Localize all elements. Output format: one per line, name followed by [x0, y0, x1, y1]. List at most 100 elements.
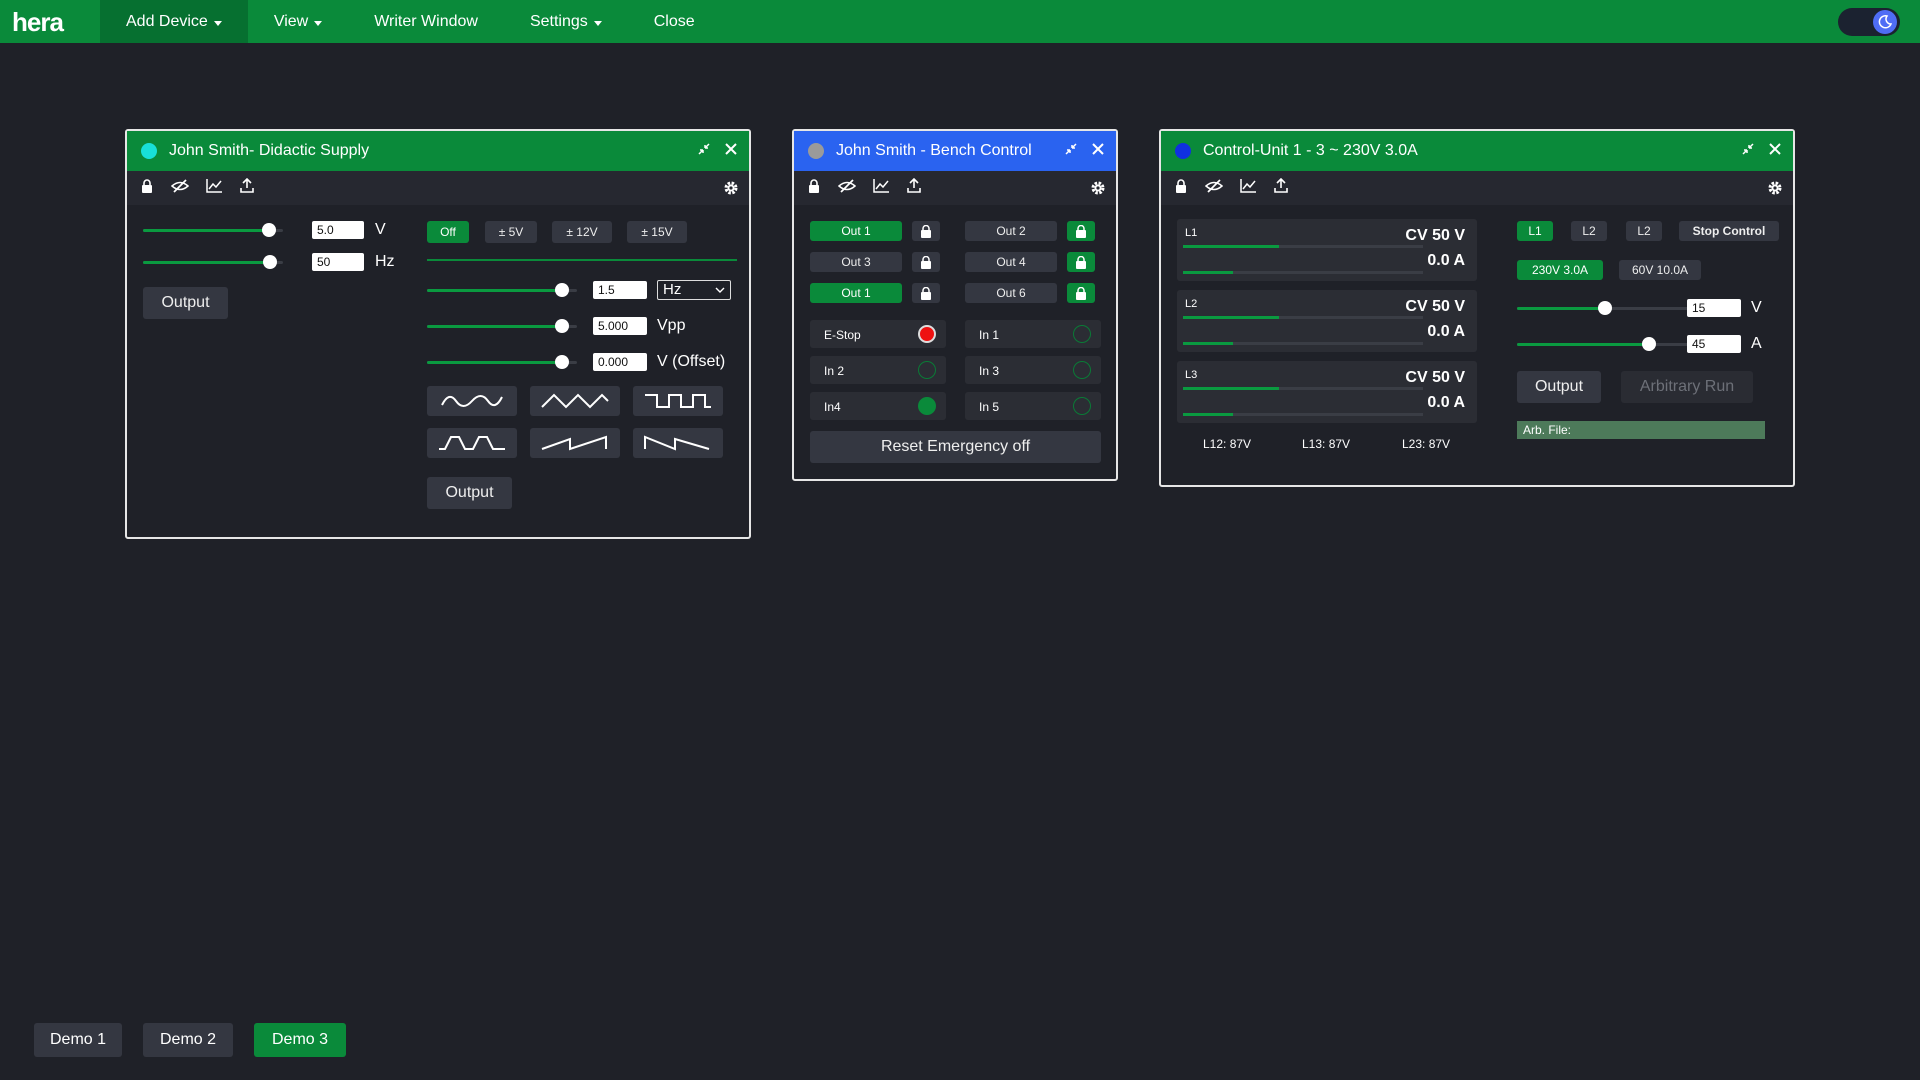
export-icon[interactable] — [906, 177, 922, 199]
demo-1-button[interactable]: Demo 1 — [34, 1023, 122, 1057]
control-voltage-input[interactable]: 15 — [1687, 299, 1741, 317]
frequency-unit-select[interactable]: Hz — [657, 280, 731, 300]
out-3-lock[interactable] — [912, 252, 940, 272]
stop-control-button[interactable]: Stop Control — [1679, 221, 1779, 241]
gear-icon[interactable] — [723, 180, 739, 201]
voltage-slider[interactable] — [143, 223, 283, 237]
range-12v-button[interactable]: ± 12V — [552, 221, 612, 243]
out-5-lock[interactable] — [912, 283, 940, 303]
input-label: E-Stop — [824, 328, 861, 342]
panel-toolbar — [794, 171, 1116, 205]
voltage-bar — [1183, 245, 1279, 248]
minimize-icon[interactable] — [1064, 142, 1078, 161]
minimize-icon[interactable] — [697, 142, 711, 161]
control-current-slider[interactable] — [1517, 337, 1693, 351]
lock-icon[interactable] — [139, 178, 155, 199]
hide-icon[interactable] — [1204, 178, 1224, 199]
input-estop: E-Stop — [810, 320, 946, 348]
range-15v-button[interactable]: ± 15V — [627, 221, 687, 243]
control-current-input[interactable]: 45 — [1687, 335, 1741, 353]
minimize-icon[interactable] — [1741, 142, 1755, 161]
out-1-button[interactable]: Out 1 — [810, 221, 902, 241]
export-icon[interactable] — [239, 177, 255, 199]
output-button[interactable]: Output — [143, 287, 228, 319]
reset-emergency-button[interactable]: Reset Emergency off — [810, 431, 1101, 463]
out-2-button[interactable]: Out 2 — [965, 221, 1057, 241]
mode-230v-button[interactable]: 230V 3.0A — [1517, 260, 1603, 280]
current-bar — [1183, 413, 1233, 416]
close-icon[interactable] — [723, 141, 739, 162]
lock-icon[interactable] — [806, 178, 822, 199]
input-label: In 1 — [979, 328, 1000, 342]
generator-frequency-input[interactable]: 1.5 — [593, 281, 647, 299]
vpp-input[interactable]: 5.000 — [593, 317, 647, 335]
mode-60v-button[interactable]: 60V 10.0A — [1619, 260, 1701, 280]
line-l3-box: L3 CV 50 V 0.0 A — [1177, 361, 1477, 423]
out-3-button[interactable]: Out 3 — [810, 252, 902, 272]
export-icon[interactable] — [1273, 177, 1289, 199]
arbitrary-run-button[interactable]: Arbitrary Run — [1621, 371, 1753, 403]
range-5v-button[interactable]: ± 5V — [485, 221, 537, 243]
chart-icon[interactable] — [872, 178, 890, 199]
arb-file-field[interactable]: Arb. File: — [1517, 421, 1765, 439]
nav-writer-window[interactable]: Writer Window — [348, 0, 504, 43]
phase-l2b-button[interactable]: L2 — [1626, 221, 1662, 241]
hide-icon[interactable] — [170, 178, 190, 199]
phase-l2-button[interactable]: L2 — [1571, 221, 1607, 241]
reverse-sawtooth-wave-button[interactable] — [633, 428, 723, 458]
lock-icon — [1076, 224, 1086, 238]
generator-output-button[interactable]: Output — [427, 477, 512, 509]
voltage-bar — [1183, 387, 1279, 390]
input-label: In4 — [824, 400, 841, 414]
out-4-button[interactable]: Out 4 — [965, 252, 1057, 272]
triangle-wave-button[interactable] — [530, 386, 620, 416]
top-nav-bar: hera Add Device View Writer Window Setti… — [0, 0, 1920, 43]
vpp-slider[interactable] — [427, 319, 577, 333]
status-dot — [1175, 143, 1191, 159]
triangle-wave-icon — [541, 393, 609, 409]
gear-icon[interactable] — [1090, 180, 1106, 201]
frequency-input[interactable]: 50 — [312, 253, 364, 271]
control-output-button[interactable]: Output — [1517, 371, 1601, 403]
control-voltage-slider[interactable] — [1517, 301, 1693, 315]
nav-view[interactable]: View — [248, 0, 348, 43]
sine-wave-button[interactable] — [427, 386, 517, 416]
nav-add-device[interactable]: Add Device — [100, 0, 248, 43]
close-icon[interactable] — [1767, 141, 1783, 162]
svg-text:hera: hera — [12, 9, 64, 35]
out-1-lock[interactable] — [912, 221, 940, 241]
chart-icon[interactable] — [1239, 178, 1257, 199]
demo-3-button[interactable]: Demo 3 — [254, 1023, 346, 1057]
chart-icon[interactable] — [205, 178, 223, 199]
voltage-input[interactable]: 5.0 — [312, 221, 364, 239]
out-6-button[interactable]: Out 6 — [965, 283, 1057, 303]
out-6-lock[interactable] — [1067, 283, 1095, 303]
nav-writer-window-label: Writer Window — [374, 12, 478, 30]
square-wave-button[interactable] — [633, 386, 723, 416]
nav-close[interactable]: Close — [628, 0, 721, 43]
lock-icon[interactable] — [1173, 178, 1189, 199]
offset-input[interactable]: 0.000 — [593, 353, 647, 371]
dark-mode-toggle[interactable] — [1838, 8, 1900, 36]
voltage-unit: V — [375, 221, 386, 238]
out-2-lock[interactable] — [1067, 221, 1095, 241]
range-off-button[interactable]: Off — [427, 221, 469, 243]
offset-slider[interactable] — [427, 355, 577, 369]
close-icon[interactable] — [1090, 141, 1106, 162]
generator-frequency-slider[interactable] — [427, 283, 577, 297]
hide-icon[interactable] — [837, 178, 857, 199]
nav-close-label: Close — [653, 12, 695, 30]
nav-settings[interactable]: Settings — [504, 0, 628, 43]
hera-logo[interactable]: hera — [0, 0, 100, 43]
phase-l1-button[interactable]: L1 — [1517, 221, 1553, 241]
sawtooth-wave-button[interactable] — [530, 428, 620, 458]
demo-2-button[interactable]: Demo 2 — [143, 1023, 233, 1057]
out-4-lock[interactable] — [1067, 252, 1095, 272]
gear-icon[interactable] — [1767, 180, 1783, 201]
vpp-unit: Vpp — [657, 317, 686, 334]
frequency-slider[interactable] — [143, 255, 283, 269]
trapezoid-wave-button[interactable] — [427, 428, 517, 458]
caret-down-icon — [213, 20, 222, 26]
status-led — [918, 325, 936, 343]
out-5-button[interactable]: Out 1 — [810, 283, 902, 303]
